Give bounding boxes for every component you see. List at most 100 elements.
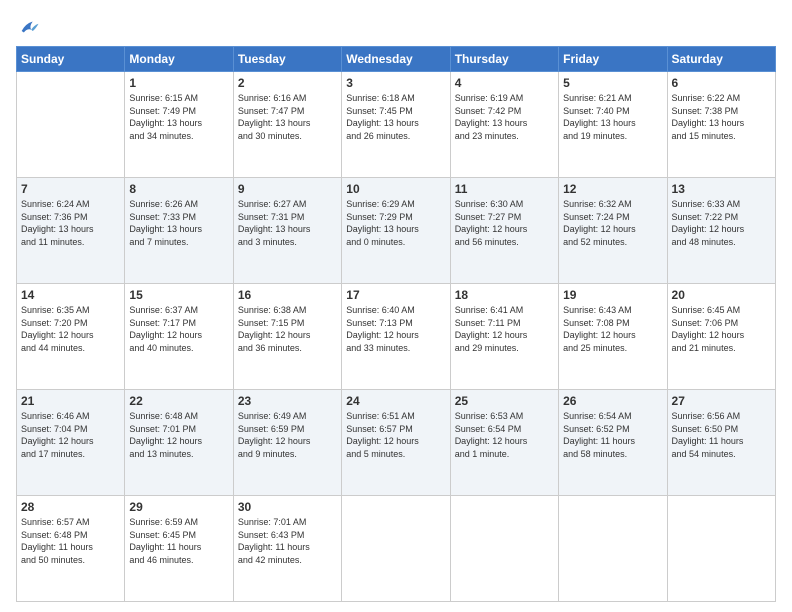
day-number: 11 (455, 181, 554, 197)
header (16, 12, 776, 38)
day-info: Sunrise: 6:45 AM Sunset: 7:06 PM Dayligh… (672, 304, 771, 354)
calendar-cell: 4Sunrise: 6:19 AM Sunset: 7:42 PM Daylig… (450, 72, 558, 178)
calendar-cell: 9Sunrise: 6:27 AM Sunset: 7:31 PM Daylig… (233, 178, 341, 284)
calendar-week-2: 7Sunrise: 6:24 AM Sunset: 7:36 PM Daylig… (17, 178, 776, 284)
day-number: 10 (346, 181, 445, 197)
day-number: 16 (238, 287, 337, 303)
calendar-cell (17, 72, 125, 178)
calendar-cell: 8Sunrise: 6:26 AM Sunset: 7:33 PM Daylig… (125, 178, 233, 284)
day-number: 27 (672, 393, 771, 409)
day-number: 15 (129, 287, 228, 303)
calendar-cell: 5Sunrise: 6:21 AM Sunset: 7:40 PM Daylig… (559, 72, 667, 178)
day-info: Sunrise: 6:21 AM Sunset: 7:40 PM Dayligh… (563, 92, 662, 142)
calendar-cell (342, 496, 450, 602)
day-info: Sunrise: 6:41 AM Sunset: 7:11 PM Dayligh… (455, 304, 554, 354)
day-info: Sunrise: 6:29 AM Sunset: 7:29 PM Dayligh… (346, 198, 445, 248)
calendar-cell: 16Sunrise: 6:38 AM Sunset: 7:15 PM Dayli… (233, 284, 341, 390)
calendar-week-3: 14Sunrise: 6:35 AM Sunset: 7:20 PM Dayli… (17, 284, 776, 390)
day-number: 19 (563, 287, 662, 303)
calendar-header-friday: Friday (559, 47, 667, 72)
day-info: Sunrise: 6:40 AM Sunset: 7:13 PM Dayligh… (346, 304, 445, 354)
day-info: Sunrise: 6:19 AM Sunset: 7:42 PM Dayligh… (455, 92, 554, 142)
day-info: Sunrise: 6:59 AM Sunset: 6:45 PM Dayligh… (129, 516, 228, 566)
calendar-header-saturday: Saturday (667, 47, 775, 72)
calendar-cell (450, 496, 558, 602)
calendar-cell: 22Sunrise: 6:48 AM Sunset: 7:01 PM Dayli… (125, 390, 233, 496)
calendar-header-sunday: Sunday (17, 47, 125, 72)
day-number: 2 (238, 75, 337, 91)
calendar-cell: 17Sunrise: 6:40 AM Sunset: 7:13 PM Dayli… (342, 284, 450, 390)
day-info: Sunrise: 6:57 AM Sunset: 6:48 PM Dayligh… (21, 516, 120, 566)
day-number: 8 (129, 181, 228, 197)
calendar-cell: 24Sunrise: 6:51 AM Sunset: 6:57 PM Dayli… (342, 390, 450, 496)
calendar-cell: 29Sunrise: 6:59 AM Sunset: 6:45 PM Dayli… (125, 496, 233, 602)
calendar-week-1: 1Sunrise: 6:15 AM Sunset: 7:49 PM Daylig… (17, 72, 776, 178)
day-number: 23 (238, 393, 337, 409)
calendar-cell: 23Sunrise: 6:49 AM Sunset: 6:59 PM Dayli… (233, 390, 341, 496)
calendar-cell: 1Sunrise: 6:15 AM Sunset: 7:49 PM Daylig… (125, 72, 233, 178)
day-info: Sunrise: 6:30 AM Sunset: 7:27 PM Dayligh… (455, 198, 554, 248)
day-info: Sunrise: 6:24 AM Sunset: 7:36 PM Dayligh… (21, 198, 120, 248)
day-number: 7 (21, 181, 120, 197)
day-info: Sunrise: 6:33 AM Sunset: 7:22 PM Dayligh… (672, 198, 771, 248)
day-number: 25 (455, 393, 554, 409)
day-number: 6 (672, 75, 771, 91)
day-info: Sunrise: 6:32 AM Sunset: 7:24 PM Dayligh… (563, 198, 662, 248)
day-number: 20 (672, 287, 771, 303)
day-number: 21 (21, 393, 120, 409)
calendar-cell: 7Sunrise: 6:24 AM Sunset: 7:36 PM Daylig… (17, 178, 125, 284)
day-info: Sunrise: 6:54 AM Sunset: 6:52 PM Dayligh… (563, 410, 662, 460)
day-info: Sunrise: 6:27 AM Sunset: 7:31 PM Dayligh… (238, 198, 337, 248)
day-number: 9 (238, 181, 337, 197)
calendar-cell: 25Sunrise: 6:53 AM Sunset: 6:54 PM Dayli… (450, 390, 558, 496)
day-info: Sunrise: 6:15 AM Sunset: 7:49 PM Dayligh… (129, 92, 228, 142)
calendar-cell: 19Sunrise: 6:43 AM Sunset: 7:08 PM Dayli… (559, 284, 667, 390)
day-number: 22 (129, 393, 228, 409)
day-number: 24 (346, 393, 445, 409)
day-number: 28 (21, 499, 120, 515)
day-info: Sunrise: 6:53 AM Sunset: 6:54 PM Dayligh… (455, 410, 554, 460)
calendar-cell: 12Sunrise: 6:32 AM Sunset: 7:24 PM Dayli… (559, 178, 667, 284)
day-number: 5 (563, 75, 662, 91)
calendar-week-5: 28Sunrise: 6:57 AM Sunset: 6:48 PM Dayli… (17, 496, 776, 602)
calendar-cell: 3Sunrise: 6:18 AM Sunset: 7:45 PM Daylig… (342, 72, 450, 178)
calendar-cell: 30Sunrise: 7:01 AM Sunset: 6:43 PM Dayli… (233, 496, 341, 602)
calendar-header-monday: Monday (125, 47, 233, 72)
day-info: Sunrise: 6:37 AM Sunset: 7:17 PM Dayligh… (129, 304, 228, 354)
calendar-cell: 10Sunrise: 6:29 AM Sunset: 7:29 PM Dayli… (342, 178, 450, 284)
day-number: 26 (563, 393, 662, 409)
day-info: Sunrise: 6:22 AM Sunset: 7:38 PM Dayligh… (672, 92, 771, 142)
day-info: Sunrise: 6:43 AM Sunset: 7:08 PM Dayligh… (563, 304, 662, 354)
day-number: 29 (129, 499, 228, 515)
calendar-cell: 11Sunrise: 6:30 AM Sunset: 7:27 PM Dayli… (450, 178, 558, 284)
day-number: 13 (672, 181, 771, 197)
logo (16, 16, 40, 38)
day-info: Sunrise: 6:48 AM Sunset: 7:01 PM Dayligh… (129, 410, 228, 460)
calendar-header-tuesday: Tuesday (233, 47, 341, 72)
calendar-header-row: SundayMondayTuesdayWednesdayThursdayFrid… (17, 47, 776, 72)
calendar-table: SundayMondayTuesdayWednesdayThursdayFrid… (16, 46, 776, 602)
day-info: Sunrise: 6:35 AM Sunset: 7:20 PM Dayligh… (21, 304, 120, 354)
calendar-cell (559, 496, 667, 602)
calendar-cell: 26Sunrise: 6:54 AM Sunset: 6:52 PM Dayli… (559, 390, 667, 496)
day-info: Sunrise: 6:38 AM Sunset: 7:15 PM Dayligh… (238, 304, 337, 354)
day-info: Sunrise: 6:51 AM Sunset: 6:57 PM Dayligh… (346, 410, 445, 460)
day-number: 30 (238, 499, 337, 515)
calendar-cell: 2Sunrise: 6:16 AM Sunset: 7:47 PM Daylig… (233, 72, 341, 178)
day-info: Sunrise: 6:46 AM Sunset: 7:04 PM Dayligh… (21, 410, 120, 460)
day-info: Sunrise: 6:18 AM Sunset: 7:45 PM Dayligh… (346, 92, 445, 142)
calendar-cell: 18Sunrise: 6:41 AM Sunset: 7:11 PM Dayli… (450, 284, 558, 390)
calendar-cell: 20Sunrise: 6:45 AM Sunset: 7:06 PM Dayli… (667, 284, 775, 390)
calendar-cell: 21Sunrise: 6:46 AM Sunset: 7:04 PM Dayli… (17, 390, 125, 496)
calendar-cell (667, 496, 775, 602)
day-number: 14 (21, 287, 120, 303)
day-info: Sunrise: 6:26 AM Sunset: 7:33 PM Dayligh… (129, 198, 228, 248)
calendar-cell: 13Sunrise: 6:33 AM Sunset: 7:22 PM Dayli… (667, 178, 775, 284)
calendar-header-thursday: Thursday (450, 47, 558, 72)
day-number: 18 (455, 287, 554, 303)
day-info: Sunrise: 6:49 AM Sunset: 6:59 PM Dayligh… (238, 410, 337, 460)
calendar-cell: 28Sunrise: 6:57 AM Sunset: 6:48 PM Dayli… (17, 496, 125, 602)
day-info: Sunrise: 7:01 AM Sunset: 6:43 PM Dayligh… (238, 516, 337, 566)
day-number: 17 (346, 287, 445, 303)
calendar-header-wednesday: Wednesday (342, 47, 450, 72)
